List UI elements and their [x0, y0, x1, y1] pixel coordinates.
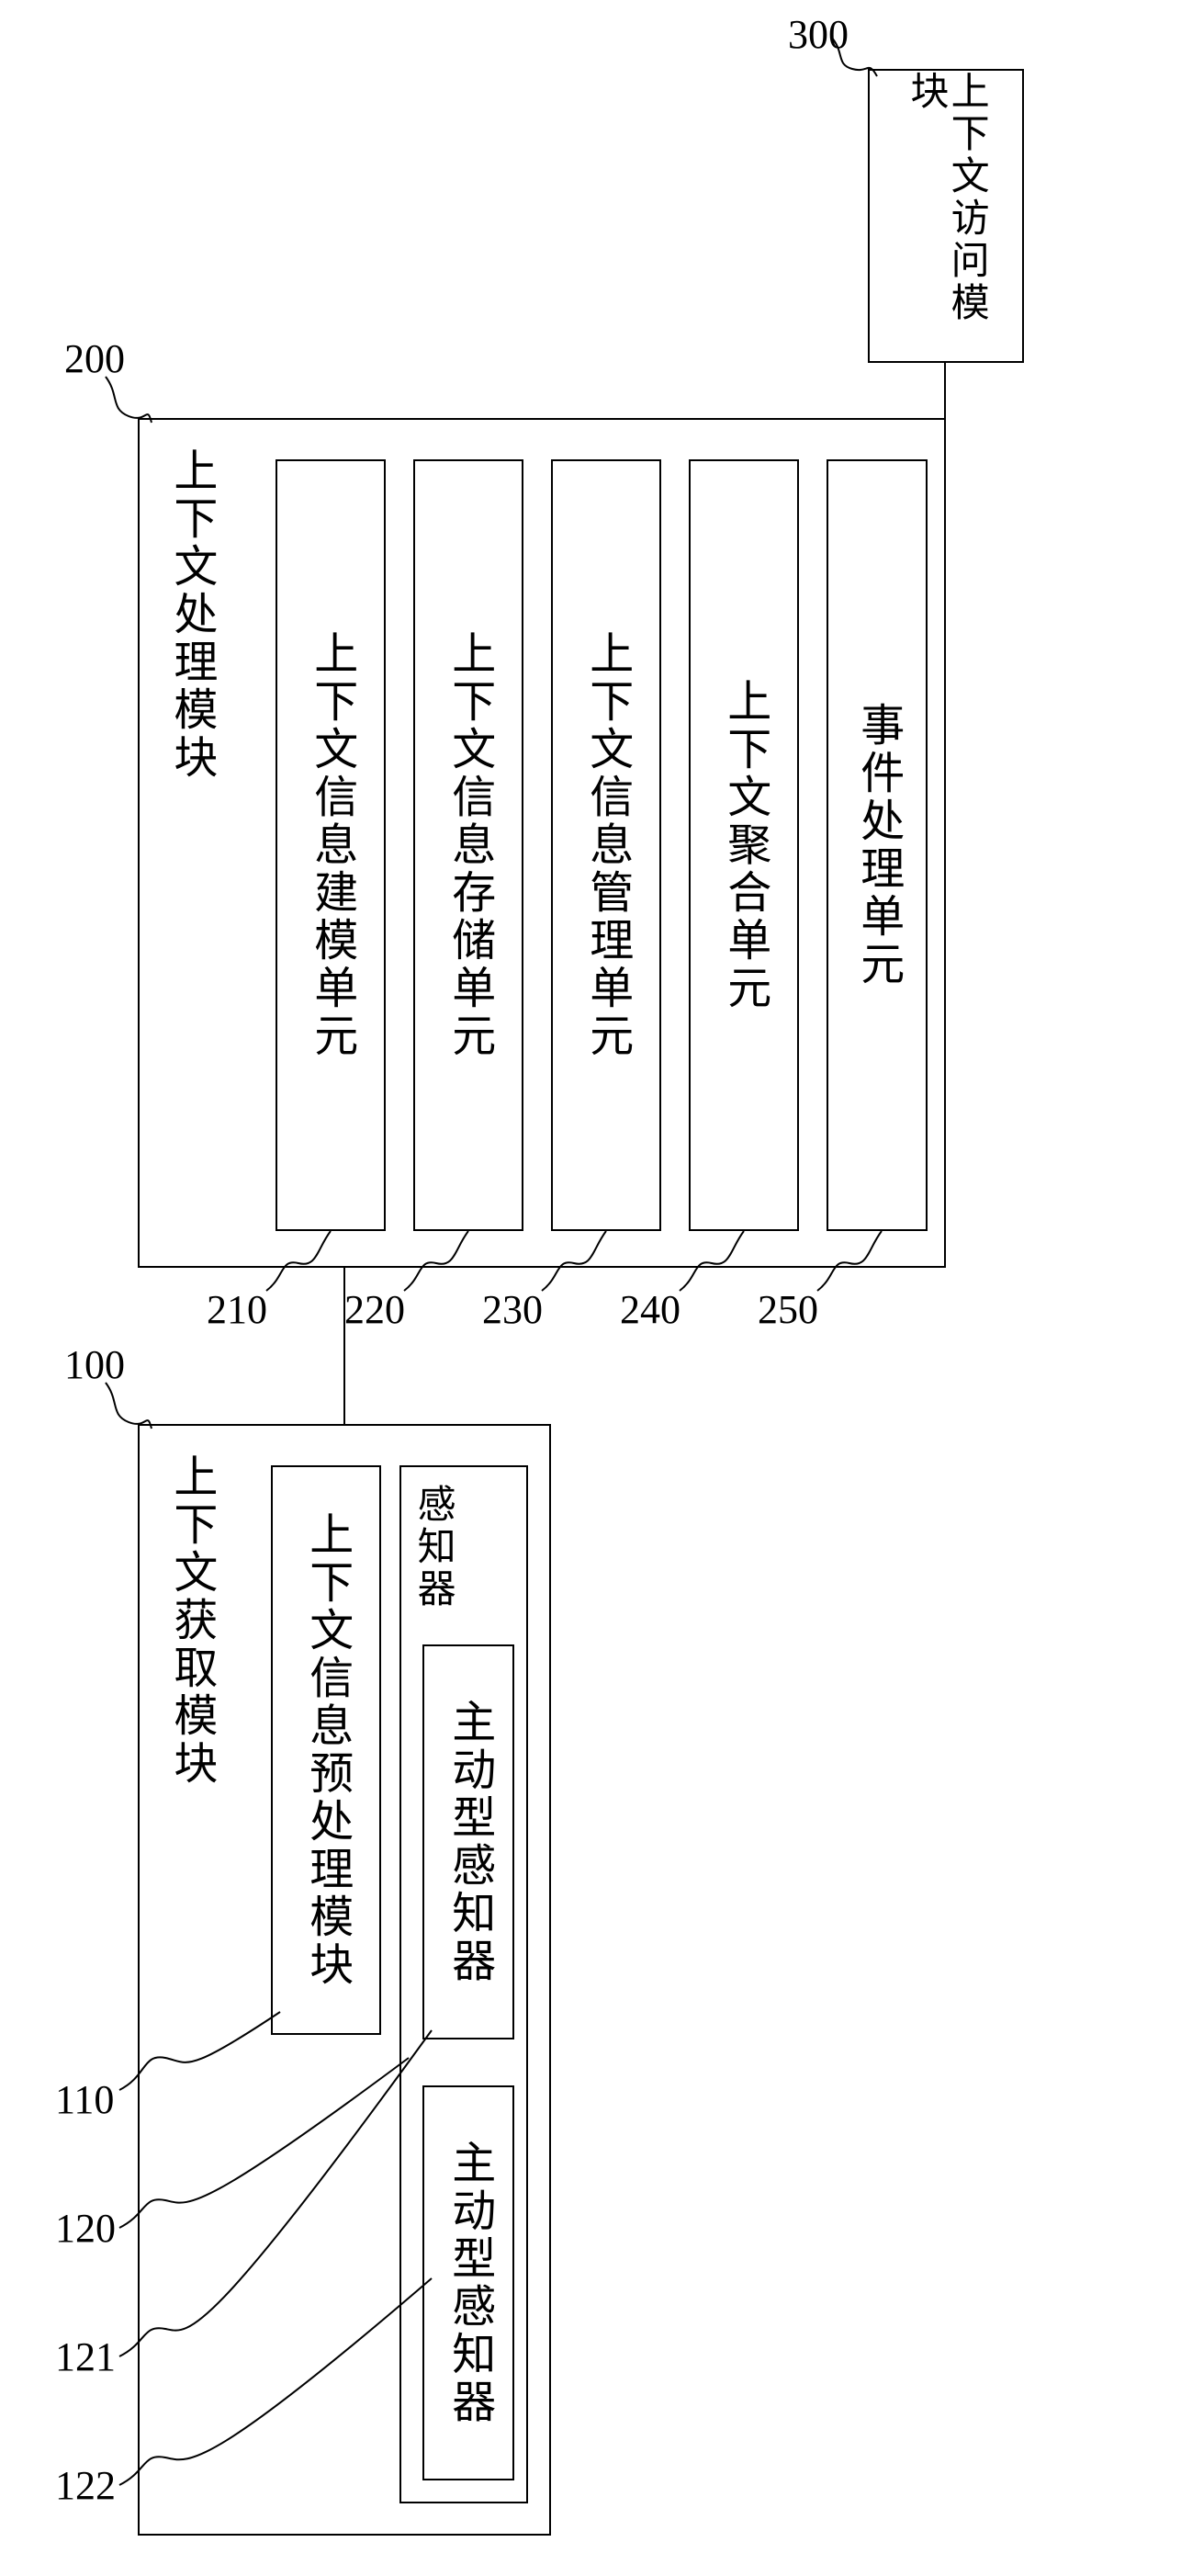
- leader-110: [119, 2021, 285, 2095]
- unit-250: 事件处理单元: [827, 459, 928, 1231]
- ref-230: 230: [482, 1286, 543, 1333]
- leader-240: [680, 1231, 753, 1295]
- ref-240: 240: [620, 1286, 680, 1333]
- module-process: 上下文处理模块: [138, 418, 946, 1268]
- leader-220: [404, 1231, 478, 1295]
- leader-230: [542, 1231, 615, 1295]
- leader-300: [827, 32, 882, 83]
- unit-230: 上下文信息管理单元: [551, 459, 661, 1231]
- unit-210-label: 上下文信息建模单元: [308, 630, 354, 1060]
- sensor-group-label: 感知器: [412, 1484, 453, 1610]
- module-access-title: 上下文访问模块: [905, 71, 986, 361]
- ref-122: 122: [55, 2462, 116, 2509]
- module-acquire-title: 上下文获取模块: [167, 1453, 213, 1788]
- ref-121: 121: [55, 2333, 116, 2380]
- leader-122: [119, 2425, 432, 2499]
- unit-230-label: 上下文信息管理单元: [583, 630, 629, 1060]
- unit-preprocess-label: 上下文信息预处理模块: [303, 1511, 349, 1989]
- ref-220: 220: [344, 1286, 405, 1333]
- module-process-title: 上下文处理模块: [167, 447, 213, 782]
- unit-220: 上下文信息存储单元: [413, 459, 523, 1231]
- leader-250: [817, 1231, 891, 1295]
- sensor-active-2-label: 主动型感知器: [445, 2140, 491, 2426]
- sensor-active-1: 主动型感知器: [422, 1644, 514, 2039]
- unit-250-label: 事件处理单元: [854, 702, 900, 989]
- connector-200-300: [944, 363, 946, 418]
- leader-121: [119, 2297, 432, 2370]
- leader-200: [101, 372, 156, 427]
- unit-preprocess: 上下文信息预处理模块: [271, 1465, 381, 2035]
- unit-240: 上下文聚合单元: [689, 459, 799, 1231]
- leader-100: [101, 1378, 156, 1433]
- ref-210: 210: [207, 1286, 267, 1333]
- ref-110: 110: [55, 2076, 114, 2123]
- unit-240-label: 上下文聚合单元: [721, 678, 767, 1012]
- sensor-active-2: 主动型感知器: [422, 2085, 514, 2480]
- sensor-active-1-label: 主动型感知器: [445, 1699, 491, 1985]
- ref-250: 250: [758, 1286, 818, 1333]
- unit-210: 上下文信息建模单元: [276, 459, 386, 1231]
- diagram-canvas: 上下文获取模块 100 上下文信息预处理模块 110 感知器 120 主动型感知…: [0, 0, 1181, 2576]
- ref-120: 120: [55, 2205, 116, 2252]
- unit-220-label: 上下文信息存储单元: [445, 630, 491, 1060]
- leader-120: [119, 2168, 413, 2242]
- module-access: 上下文访问模块: [868, 69, 1024, 363]
- leader-210: [266, 1231, 340, 1295]
